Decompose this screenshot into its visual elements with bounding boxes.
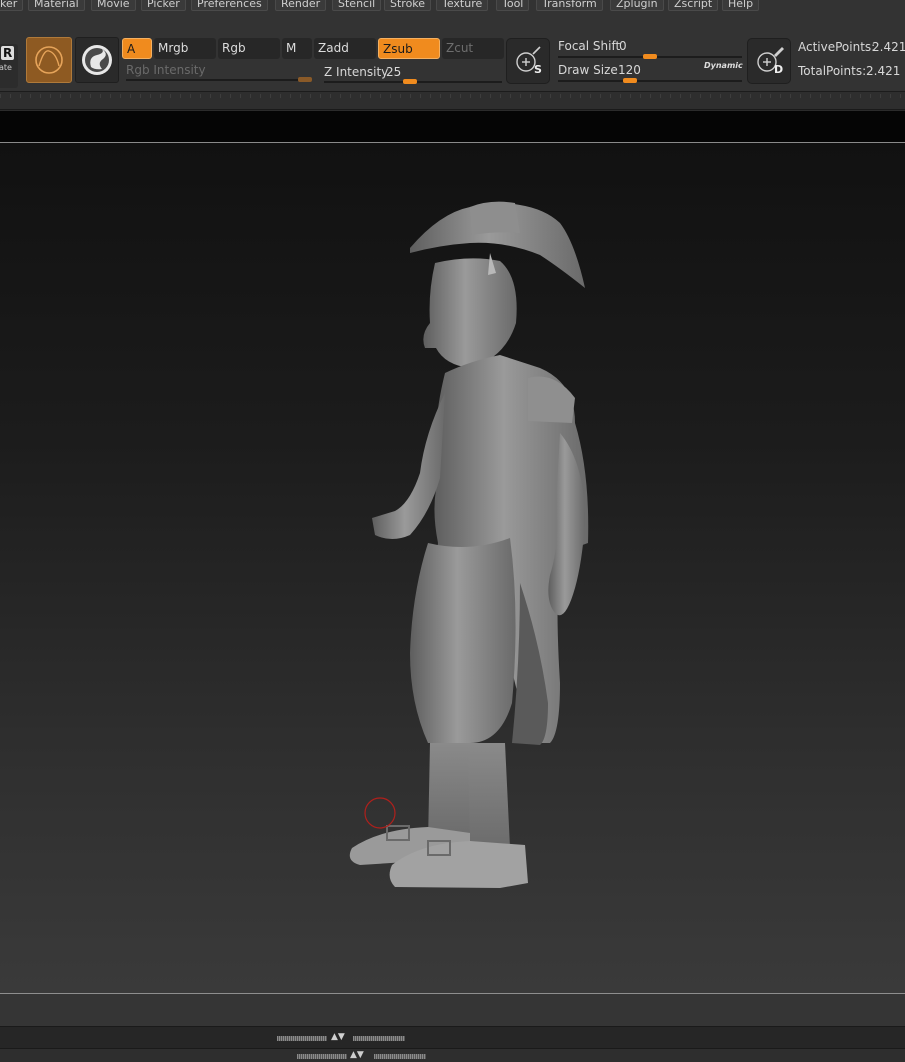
bottom-shelf-upper: ▲▼	[0, 1026, 905, 1048]
active-points-label: ActivePoints:	[798, 40, 876, 54]
shelf2-grip-left[interactable]	[297, 1054, 347, 1059]
menu-texture[interactable]: Texture	[436, 0, 489, 11]
shelf-grip-left[interactable]	[277, 1036, 327, 1041]
brush-standard-icon	[82, 45, 112, 75]
zsub-button[interactable]: Zsub	[378, 38, 440, 59]
rgb-intensity-label: Rgb Intensity	[126, 63, 206, 77]
draw-size-value: 120	[618, 63, 641, 77]
active-points-value: 2.421	[872, 40, 905, 54]
total-points-label: TotalPoints:	[798, 64, 867, 78]
menu-zplugin[interactable]: Zplugin	[610, 0, 664, 11]
rgb-intensity-knob[interactable]	[298, 77, 312, 82]
rotate-button-caption: ate	[0, 63, 12, 72]
menu-zscript[interactable]: Zscript	[668, 0, 719, 11]
expand-collapse-arrows-icon[interactable]: ▲▼	[331, 1033, 345, 1042]
a-mode-button[interactable]: A	[122, 38, 152, 59]
dynamic-d-icon	[757, 47, 784, 72]
bottom-bar	[0, 994, 905, 1026]
z-intensity-knob[interactable]	[402, 79, 417, 84]
menu-picker[interactable]: Picker	[141, 0, 186, 11]
zadd-button[interactable]: Zadd	[314, 38, 376, 59]
draw-size-label: Draw Size	[558, 63, 618, 77]
focal-shift-knob[interactable]	[643, 54, 657, 59]
dynamic-toggle[interactable]: Dynamic	[704, 61, 743, 70]
bottom-shelf-lower: ▲▼	[0, 1048, 905, 1062]
canvas-viewport[interactable]	[0, 143, 905, 993]
z-intensity-value: 25	[386, 65, 402, 79]
symmetry-s-button[interactable]: S	[506, 38, 550, 84]
menu-movie[interactable]: Movie	[91, 0, 136, 11]
viewport-top-bar	[0, 111, 905, 142]
material-button[interactable]	[26, 37, 72, 83]
expand-collapse-arrows-icon-2[interactable]: ▲▼	[350, 1051, 364, 1060]
z-intensity-label: Z Intensity	[324, 65, 389, 79]
s-button-letter: S	[534, 63, 542, 76]
mrgb-button[interactable]: Mrgb	[154, 38, 216, 59]
d-button-letter: D	[774, 63, 784, 76]
shelf2-grip-right[interactable]	[374, 1054, 426, 1059]
menu-render[interactable]: Render	[275, 0, 327, 11]
menu-material[interactable]: Material	[28, 0, 85, 11]
brush-button[interactable]	[75, 37, 119, 83]
sculpt-model	[349, 201, 589, 888]
menu-bar: ker Material Movie Picker Preferences Re…	[0, 0, 905, 12]
menu-preferences[interactable]: Preferences	[191, 0, 268, 11]
symmetry-s-icon	[516, 46, 541, 72]
menu-stencil[interactable]: Stencil	[332, 0, 382, 11]
m-button[interactable]: M	[282, 38, 312, 59]
dynamic-d-button[interactable]: D	[747, 38, 791, 84]
focal-shift-value: 0	[619, 39, 627, 53]
top-toolbar: R ate A Mrgb Rgb M Zadd Zsub Zcut Rgb In…	[0, 12, 905, 92]
rotate-button-letter: R	[1, 46, 15, 60]
rotate-button[interactable]: R ate	[0, 44, 18, 88]
toolbar-divider	[0, 94, 905, 98]
menu-transform[interactable]: Transform	[536, 0, 603, 11]
total-points-value: 2.421 M	[866, 64, 905, 78]
rgb-button[interactable]: Rgb	[218, 38, 280, 59]
rgb-intensity-slider[interactable]	[126, 79, 312, 81]
menu-help[interactable]: Help	[722, 0, 760, 11]
menu-stroke[interactable]: Stroke	[384, 0, 432, 11]
menu-picker-partial[interactable]: ker	[0, 0, 24, 11]
focal-shift-label: Focal Shift	[558, 39, 621, 53]
shelf-grip-right[interactable]	[353, 1036, 405, 1041]
zcut-button[interactable]: Zcut	[442, 38, 504, 59]
material-sphere-icon	[35, 46, 63, 74]
menu-tool[interactable]: Tool	[496, 0, 530, 11]
draw-size-slider[interactable]	[558, 80, 742, 82]
draw-size-knob[interactable]	[622, 78, 637, 83]
